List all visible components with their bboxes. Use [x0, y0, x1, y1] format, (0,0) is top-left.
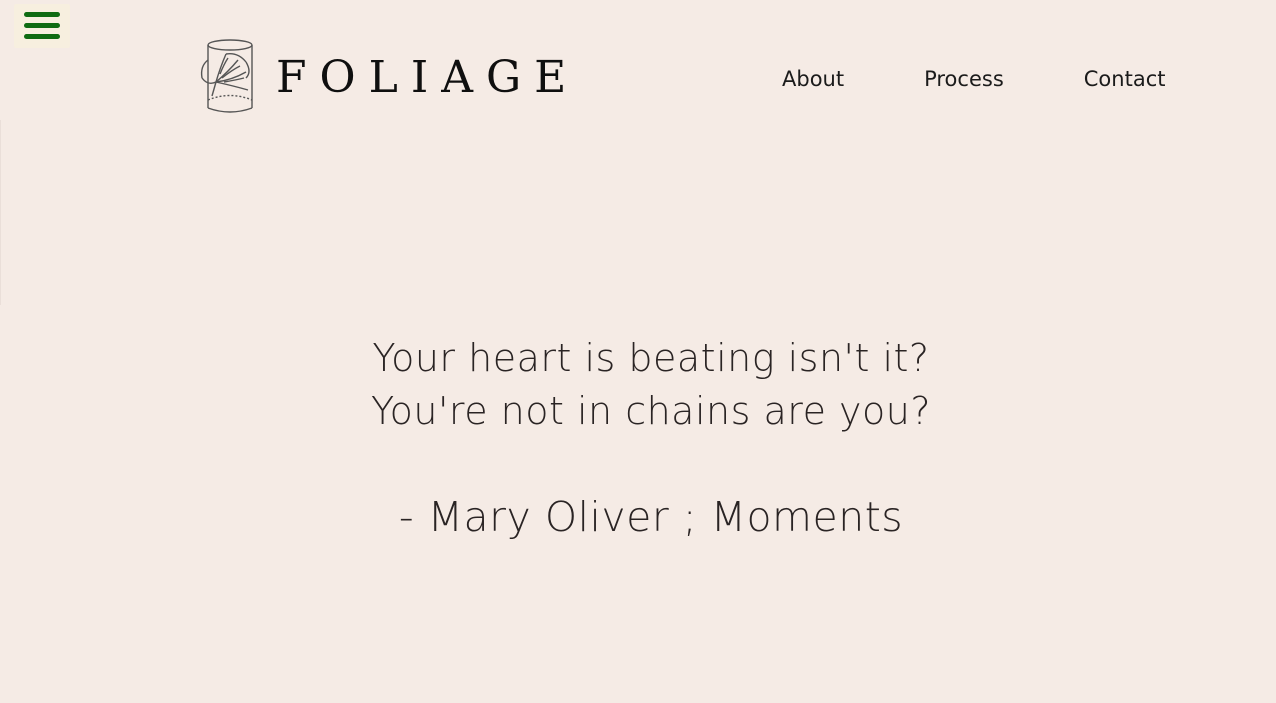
leaf-in-jar-icon: [200, 39, 253, 113]
quote-line: You're not in chains are you?: [370, 389, 932, 433]
brand-name: FOLIAGE: [276, 52, 580, 103]
logo-home-link[interactable]: FOLIAGE: [198, 38, 579, 114]
nav-link-contact[interactable]: Contact: [1084, 64, 1166, 94]
hero-quote: Your heart is beating isn't it? You're n…: [238, 332, 1064, 544]
hamburger-menu-icon-bar: [24, 34, 60, 39]
hamburger-menu-icon-bar: [24, 23, 60, 28]
hamburger-menu-icon: [24, 12, 60, 17]
nav-link-about[interactable]: About: [782, 64, 844, 94]
quote-line: Your heart is beating isn't it?: [372, 336, 930, 380]
hamburger-menu-button[interactable]: [14, 4, 70, 48]
quote-attribution: - Mary Oliver ; Moments: [398, 493, 904, 541]
nav-link-process[interactable]: Process: [924, 64, 1004, 94]
left-edge-divider: [0, 120, 1, 305]
main-nav: About Process Contact: [782, 64, 1165, 94]
